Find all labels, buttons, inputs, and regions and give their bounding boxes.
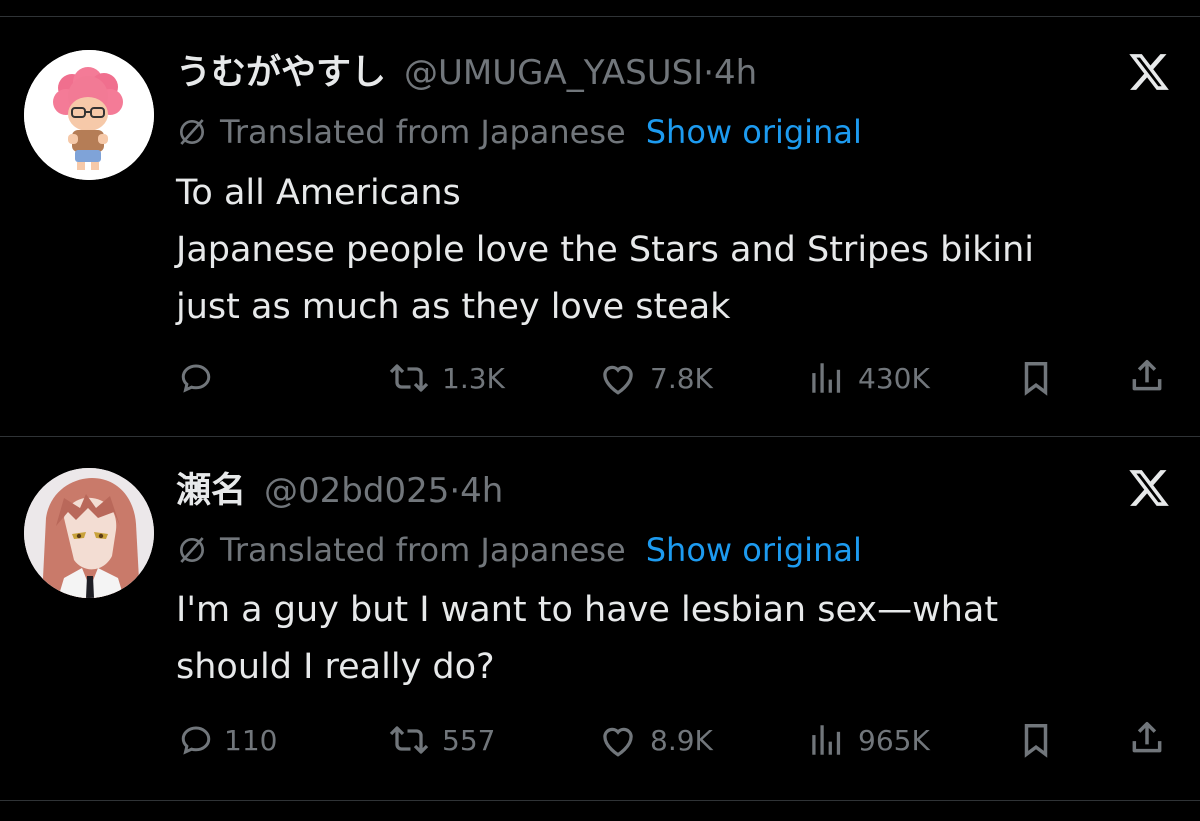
bookmark-icon: [1024, 724, 1048, 758]
share-upload-icon: [1132, 722, 1162, 753]
views-bar-chart-icon: [812, 725, 841, 755]
tweet-header: 瀬名 @02bd025 · 4h: [176, 462, 503, 513]
avatar-sena[interactable]: [24, 468, 154, 598]
tweet-text: I'm a guy but I want to have lesbian sex…: [176, 582, 1176, 696]
separator-dot: ·: [449, 471, 461, 511]
retweet-icon: [389, 726, 429, 754]
timestamp[interactable]: 4h: [460, 471, 503, 511]
retweet-count: 557: [442, 723, 496, 757]
display-name[interactable]: 瀬名: [176, 462, 246, 513]
translation-row: Translated from Japanese Show original: [176, 528, 862, 572]
views-count: 965K: [858, 723, 930, 757]
tweet-2[interactable]: 瀬名 @02bd025 · 4h Translated from Japanes…: [0, 0, 1200, 821]
share-button[interactable]: [1128, 718, 1166, 758]
views-button[interactable]: 965K: [806, 720, 930, 760]
reply-bubble-icon: [181, 726, 211, 755]
user-handle[interactable]: @02bd025: [264, 471, 449, 511]
tweet-text-line: I'm a guy but I want to have lesbian sex…: [176, 590, 999, 630]
tweet-text-line: should I really do?: [176, 647, 495, 687]
reply-count: 110: [224, 723, 278, 757]
retweet-button[interactable]: 557: [386, 720, 495, 760]
bottom-divider: [0, 800, 1200, 801]
translated-label: Translated from Japanese: [220, 531, 626, 569]
avatar-anime-character-icon: [24, 468, 154, 598]
show-original-link[interactable]: Show original: [646, 531, 862, 569]
bookmark-button[interactable]: [1018, 720, 1054, 760]
like-count: 8.9K: [650, 723, 713, 757]
like-button[interactable]: 8.9K: [596, 720, 713, 760]
reply-button[interactable]: 110: [178, 720, 277, 760]
x-logo-icon: [1129, 470, 1169, 506]
heart-icon: [603, 727, 633, 757]
translate-slash-icon: [180, 537, 204, 563]
